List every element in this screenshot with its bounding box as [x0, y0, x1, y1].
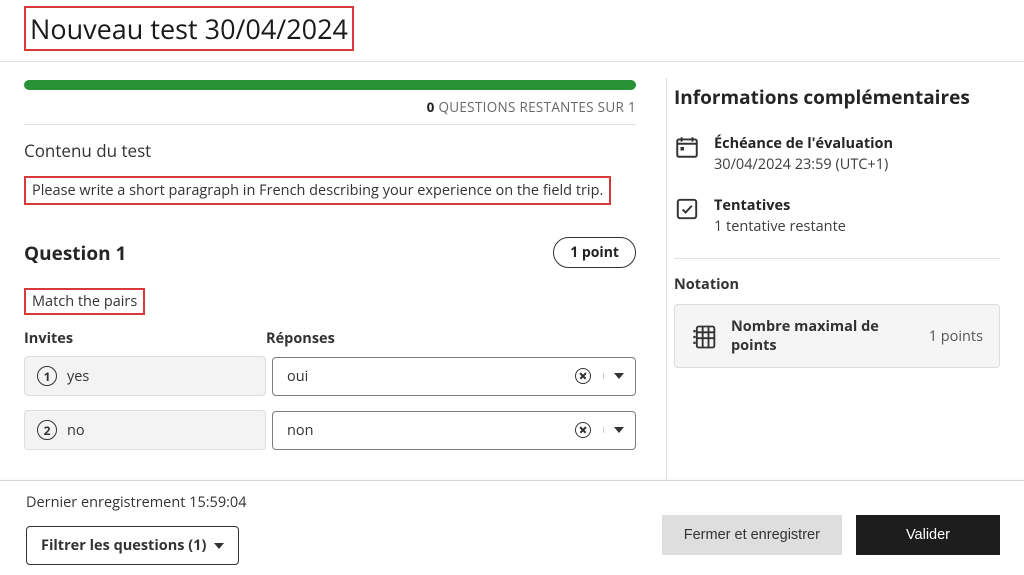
question-points-pill: 1 point	[553, 237, 636, 268]
progress-count: 0	[427, 98, 435, 116]
pair-row: 2 no non	[24, 410, 636, 450]
column-header-invites: Invites	[24, 329, 266, 348]
notation-value: 1 points	[929, 327, 983, 346]
content-description: Please write a short paragraph in French…	[24, 176, 611, 205]
page-title: Nouveau test 30/04/2024	[24, 6, 354, 51]
content-heading: Contenu du test	[24, 139, 636, 162]
main-column: 0 QUESTIONS RESTANTES SUR 1 Contenu du t…	[0, 62, 642, 464]
last-saved-text: Dernier enregistrement 15:59:04	[26, 493, 247, 512]
column-header-reponses: Réponses	[266, 329, 636, 348]
filter-label: Filtrer les questions (1)	[41, 536, 206, 555]
invite-cell: 2 no	[24, 410, 266, 450]
column-separator	[666, 78, 667, 480]
response-select[interactable]: oui	[272, 357, 636, 396]
chevron-down-icon	[214, 543, 224, 549]
progress-divider	[24, 124, 636, 125]
chevron-down-icon	[614, 373, 624, 379]
notation-box: Nombre maximal de points 1 points	[674, 304, 1000, 368]
calendar-icon	[674, 134, 700, 160]
response-select[interactable]: non	[272, 411, 636, 450]
submit-button[interactable]: Valider	[856, 515, 1000, 555]
chevron-down-icon	[614, 427, 624, 433]
sidebar-column: Informations complémentaires Échéance de…	[642, 62, 1024, 464]
notation-heading: Notation	[674, 275, 1000, 294]
invite-number: 2	[37, 420, 57, 440]
progress-bar	[24, 80, 636, 90]
question-title: Question 1	[24, 240, 126, 266]
footer-bar: Dernier enregistrement 15:59:04 Filtrer …	[0, 480, 1024, 575]
attempts-label: Tentatives	[714, 196, 846, 215]
sidebar-title: Informations complémentaires	[674, 84, 1000, 110]
progress-text: 0 QUESTIONS RESTANTES SUR 1	[24, 98, 636, 116]
clear-icon[interactable]	[575, 422, 591, 438]
sidebar-divider	[674, 258, 1000, 259]
clear-icon[interactable]	[575, 368, 591, 384]
filter-questions-button[interactable]: Filtrer les questions (1)	[26, 526, 239, 565]
due-label: Échéance de l'évaluation	[714, 134, 893, 153]
invite-text: no	[67, 421, 85, 440]
close-and-save-button[interactable]: Fermer et enregistrer	[662, 515, 842, 555]
due-value: 30/04/2024 23:59 (UTC+1)	[714, 155, 893, 174]
rubric-icon	[691, 323, 717, 349]
info-attempts: Tentatives 1 tentative restante	[674, 196, 1000, 236]
progress-label: QUESTIONS RESTANTES SUR 1	[438, 98, 636, 116]
response-value: oui	[287, 367, 575, 386]
invite-text: yes	[67, 367, 89, 386]
response-value: non	[287, 421, 575, 440]
invite-cell: 1 yes	[24, 356, 266, 396]
question-instruction: Match the pairs	[24, 288, 145, 315]
invite-number: 1	[37, 366, 57, 386]
info-due-date: Échéance de l'évaluation 30/04/2024 23:5…	[674, 134, 1000, 174]
pair-row: 1 yes oui	[24, 356, 636, 396]
checkbox-icon	[674, 196, 700, 222]
attempts-value: 1 tentative restante	[714, 217, 846, 236]
notation-label: Nombre maximal de points	[731, 317, 915, 355]
